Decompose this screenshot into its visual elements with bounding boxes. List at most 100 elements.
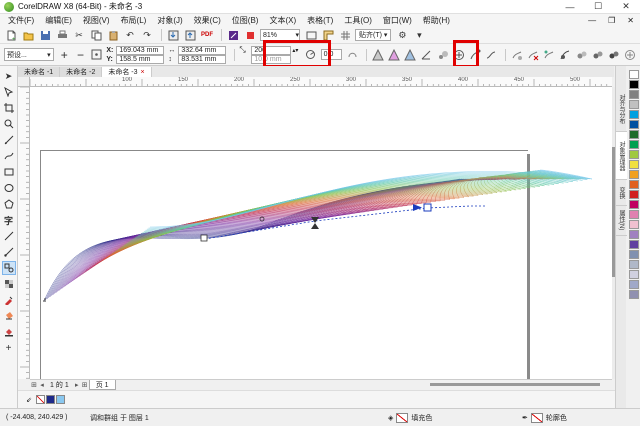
- clockwise-blend-icon[interactable]: [387, 48, 400, 62]
- object-color-acceleration-icon[interactable]: [420, 48, 433, 62]
- doc-minimize-button[interactable]: —: [582, 16, 602, 25]
- palette-swatch[interactable]: [628, 90, 639, 99]
- horizontal-scroll-thumb[interactable]: [430, 383, 600, 386]
- menu-effects[interactable]: 效果(C): [190, 15, 228, 26]
- docker-align-distribute[interactable]: 对齐与分布: [616, 86, 627, 132]
- palette-swatch[interactable]: [628, 110, 639, 119]
- add-preset-icon[interactable]: +: [58, 48, 71, 62]
- text-tool-icon[interactable]: 字: [2, 213, 16, 227]
- cut-icon[interactable]: ✂: [72, 28, 86, 42]
- prev-page-icon[interactable]: ◂: [38, 381, 46, 389]
- crop-tool-icon[interactable]: [2, 101, 16, 115]
- tab-doc-2[interactable]: 未命名 -2: [60, 67, 103, 77]
- object-origin-icon[interactable]: [90, 48, 103, 62]
- minimize-button[interactable]: —: [556, 0, 584, 14]
- zoom-tool-icon[interactable]: [2, 117, 16, 131]
- close-tab-icon[interactable]: ×: [141, 69, 145, 76]
- clear-blend-icon[interactable]: [526, 48, 539, 62]
- y-position-input[interactable]: 158.5 mm: [116, 54, 165, 64]
- docker-object-manager[interactable]: 对象管理器: [616, 132, 627, 180]
- transparency-tool-icon[interactable]: [2, 277, 16, 291]
- application-launcher-icon[interactable]: [243, 28, 257, 42]
- palette-swatch[interactable]: [628, 230, 639, 239]
- palette-swatch[interactable]: [628, 80, 639, 89]
- swatch-light-blue[interactable]: [55, 395, 65, 404]
- rectangle-tool-icon[interactable]: [2, 165, 16, 179]
- menu-edit[interactable]: 编辑(E): [41, 15, 79, 26]
- ruler-origin[interactable]: [18, 77, 30, 87]
- palette-swatch[interactable]: [628, 200, 639, 209]
- menu-bitmaps[interactable]: 位图(B): [228, 15, 266, 26]
- palette-swatch[interactable]: [628, 120, 639, 129]
- palette-swatch[interactable]: [628, 250, 639, 259]
- blend-group[interactable]: [30, 87, 612, 379]
- blend-steps-input[interactable]: 200: [251, 45, 292, 55]
- full-screen-preview-icon[interactable]: [304, 28, 318, 42]
- stepper-arrows-icon[interactable]: ▴▾: [292, 47, 298, 54]
- export-icon[interactable]: [183, 28, 197, 42]
- docker-properties[interactable]: 属性(N): [616, 206, 627, 236]
- menu-table[interactable]: 表格(T): [303, 15, 340, 26]
- swatch-navy[interactable]: [45, 395, 55, 404]
- tab-doc-3[interactable]: 未命名 -3 ×: [102, 67, 152, 77]
- drawing-canvas[interactable]: [30, 87, 612, 379]
- blend-start-handle[interactable]: [200, 234, 208, 242]
- shape-tool-icon[interactable]: [2, 85, 16, 99]
- pick-tool-icon[interactable]: ➤: [2, 69, 16, 83]
- width-input[interactable]: 332.64 mm: [178, 45, 227, 55]
- menu-layout[interactable]: 布局(L): [117, 15, 154, 26]
- fuse-blend-icon[interactable]: [608, 48, 621, 62]
- launch-menu-icon[interactable]: ▾: [412, 28, 426, 42]
- show-grid-icon[interactable]: [338, 28, 352, 42]
- path-properties-icon[interactable]: [485, 48, 498, 62]
- zoom-level-select[interactable]: 81% ▾: [260, 29, 300, 41]
- palette-swatch[interactable]: [628, 150, 639, 159]
- menu-tools[interactable]: 工具(O): [340, 15, 379, 26]
- copy-icon[interactable]: [89, 28, 103, 42]
- docker-transform[interactable]: 变换: [616, 180, 627, 206]
- polygon-tool-icon[interactable]: [2, 197, 16, 211]
- eyedropper-tool-icon[interactable]: [2, 293, 16, 307]
- freehand-tool-icon[interactable]: [2, 133, 16, 147]
- acceleration-handle[interactable]: [311, 217, 319, 229]
- add-toolbar-icon[interactable]: [624, 48, 637, 62]
- palette-swatch[interactable]: [628, 280, 639, 289]
- palette-swatch[interactable]: [628, 70, 639, 79]
- fill-indicator[interactable]: ◈ 填充色: [388, 412, 432, 423]
- paste-icon[interactable]: [106, 28, 120, 42]
- maximize-button[interactable]: ☐: [584, 0, 612, 14]
- first-page-icon[interactable]: ⊞: [30, 381, 38, 389]
- palette-swatch[interactable]: [628, 260, 639, 269]
- acceleration-sizes-icon[interactable]: [436, 48, 449, 62]
- smart-fill-tool-icon[interactable]: [2, 325, 16, 339]
- counterclockwise-blend-icon[interactable]: [403, 48, 416, 62]
- undo-icon[interactable]: ↶: [123, 28, 137, 42]
- highlighted-blend-tool-icon[interactable]: [559, 48, 572, 62]
- doc-restore-button[interactable]: ❐: [602, 16, 621, 25]
- copy-blend-properties-icon[interactable]: [543, 48, 556, 62]
- loop-blend-icon[interactable]: [346, 48, 359, 62]
- open-icon[interactable]: [21, 28, 35, 42]
- new-document-icon[interactable]: +: [4, 28, 18, 42]
- menu-window[interactable]: 窗口(W): [379, 15, 419, 26]
- delete-preset-icon[interactable]: −: [74, 48, 87, 62]
- add-tool-icon[interactable]: +: [2, 341, 16, 355]
- menu-view[interactable]: 视图(V): [79, 15, 117, 26]
- palette-swatch[interactable]: [628, 270, 639, 279]
- parallel-dimension-tool-icon[interactable]: [2, 229, 16, 243]
- show-rulers-icon[interactable]: [321, 28, 335, 42]
- menu-file[interactable]: 文件(F): [4, 15, 41, 26]
- palette-swatch[interactable]: [628, 130, 639, 139]
- height-input[interactable]: 83.531 mm: [178, 54, 227, 64]
- close-button[interactable]: ✕: [612, 0, 640, 14]
- palette-swatch[interactable]: [628, 160, 639, 169]
- palette-swatch[interactable]: [628, 140, 639, 149]
- palette-swatch[interactable]: [628, 100, 639, 109]
- blend-direction-input[interactable]: 0.0: [320, 49, 342, 60]
- x-position-input[interactable]: 169.043 mm: [116, 45, 165, 55]
- snap-to-dropdown[interactable]: 贴齐(T) ▾: [355, 29, 392, 41]
- artistic-media-tool-icon[interactable]: [2, 149, 16, 163]
- connector-tool-icon[interactable]: [2, 245, 16, 259]
- vertical-ruler[interactable]: [18, 87, 30, 379]
- palette-swatch[interactable]: [628, 180, 639, 189]
